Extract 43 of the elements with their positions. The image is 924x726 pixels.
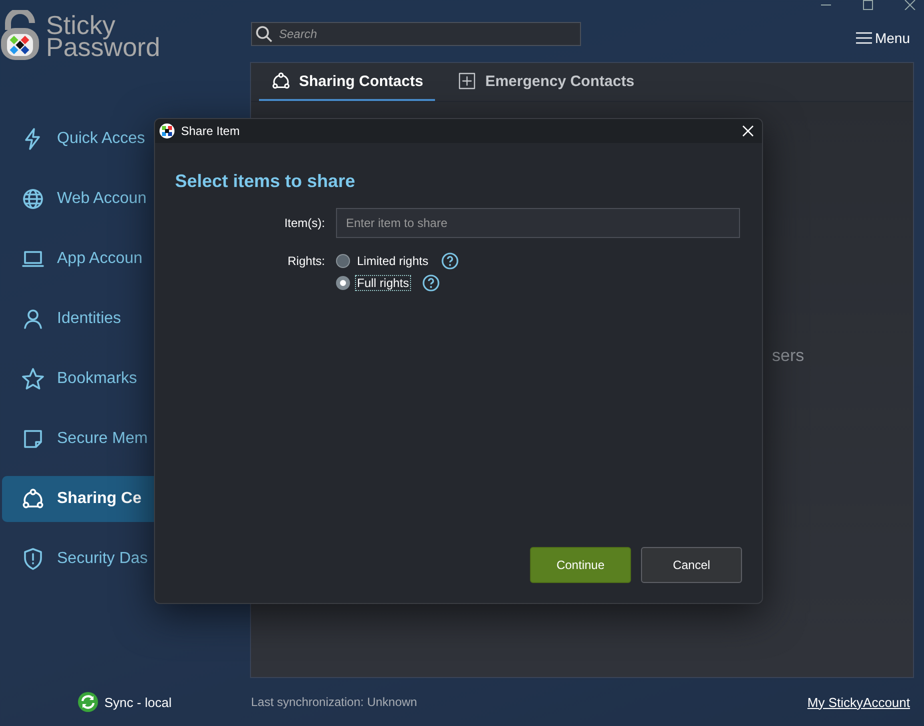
item-input-field[interactable]: Enter item to share [336, 208, 740, 238]
account-link[interactable]: My StickyAccount [807, 694, 910, 710]
dialog-title: Share Item [181, 124, 241, 138]
radio-button[interactable] [336, 254, 350, 268]
sync-icon [78, 692, 98, 712]
globe-icon [21, 187, 45, 211]
radio-label[interactable]: Limited rights [356, 254, 430, 268]
sidebar-item[interactable]: Bookmarks [2, 356, 250, 402]
continue-button[interactable]: Continue [530, 547, 631, 583]
menu-icon [856, 31, 872, 45]
help-icon[interactable] [422, 274, 440, 292]
cancel-button[interactable]: Cancel [641, 547, 742, 583]
plus-icon [457, 71, 478, 91]
menu-button[interactable]: Menu [856, 30, 910, 46]
close-icon[interactable] [904, 0, 916, 10]
note-icon [21, 427, 45, 451]
padlock-logo-icon [0, 10, 40, 62]
close-button[interactable] [742, 125, 754, 137]
tab[interactable]: Emergency Contacts [445, 63, 646, 101]
last-sync-text: Last synchronization: Unknown [251, 695, 418, 709]
sidebar-item[interactable]: Identities [2, 296, 250, 342]
radio-label[interactable]: Full rights [356, 276, 410, 290]
panel-text: sers [772, 346, 804, 365]
shield-icon [21, 547, 45, 571]
share-icon [21, 487, 45, 511]
field-label: Item(s): [283, 215, 325, 230]
help-icon[interactable] [441, 252, 460, 270]
sidebar-item[interactable]: Secure Mem [2, 416, 250, 462]
dialog-heading: Select items to share [175, 171, 356, 192]
radio-button[interactable] [336, 276, 350, 290]
field-label: Rights: [286, 253, 325, 268]
sidebar-item[interactable]: App Accoun [2, 236, 250, 282]
person-icon [21, 307, 45, 331]
sidebar-item[interactable]: Security Das [2, 536, 250, 582]
app-logo-icon [159, 123, 175, 139]
search-icon [255, 25, 273, 43]
share-icon [271, 71, 291, 91]
sync-status: Sync - local [104, 694, 172, 710]
close-icon [742, 125, 754, 137]
logo-text: Password [46, 36, 160, 58]
search-field[interactable]: Search [251, 22, 581, 46]
star-icon [21, 367, 45, 391]
maximize-icon[interactable] [862, 0, 874, 10]
